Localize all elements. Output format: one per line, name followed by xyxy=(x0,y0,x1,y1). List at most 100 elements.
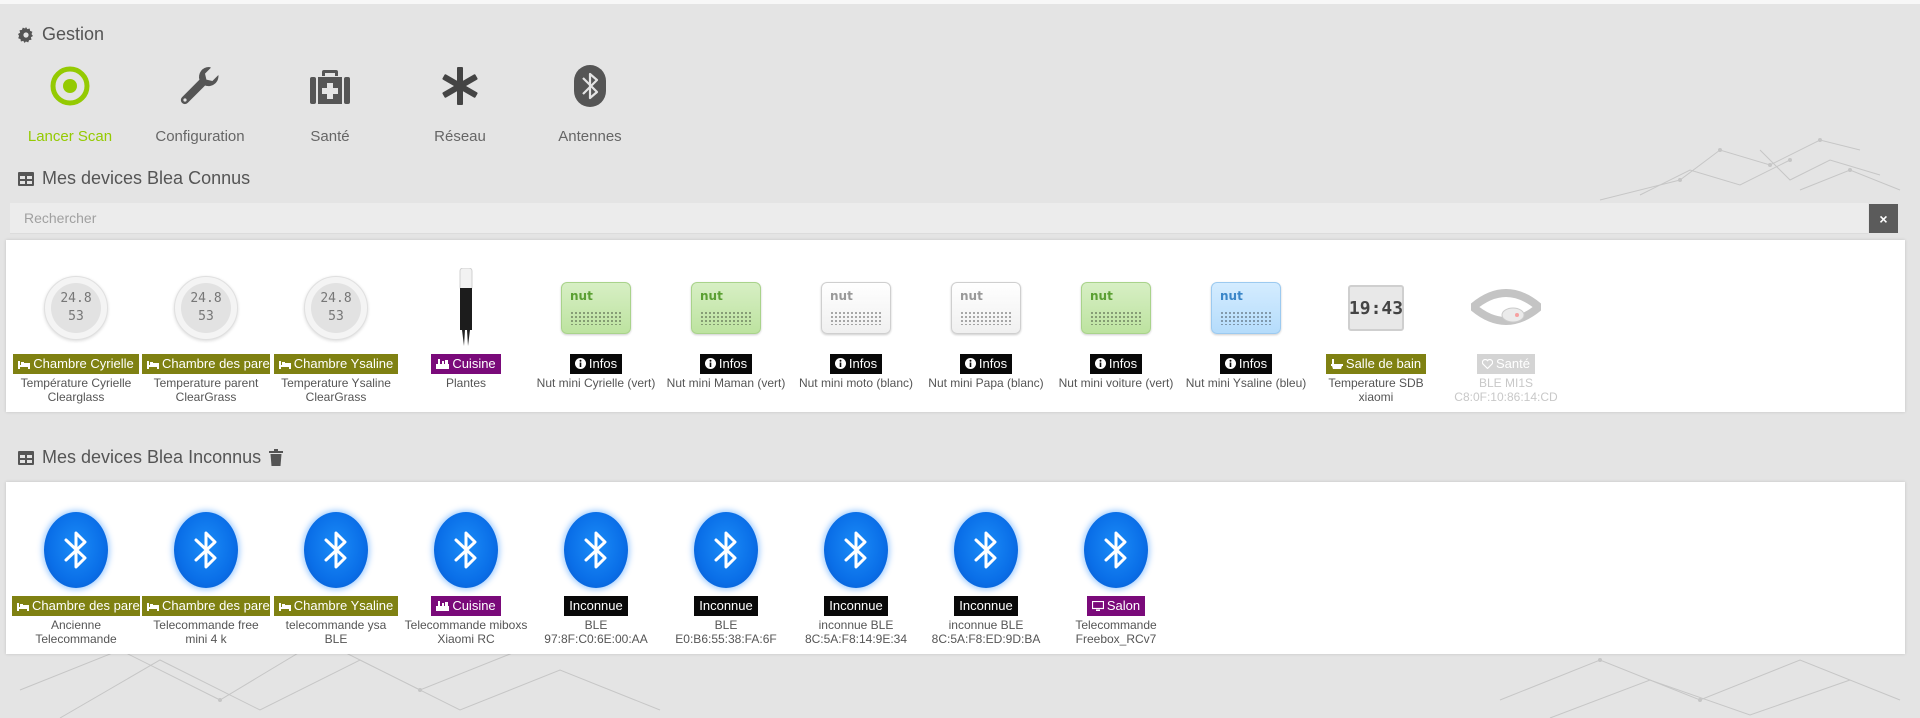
device-card[interactable]: Inconnue BLE 97:8F:C0:6E:00:AA xyxy=(531,504,661,646)
antennes-button[interactable]: Antennes xyxy=(525,60,655,145)
device-thumbnail: nut xyxy=(661,262,791,354)
device-room-badge: Inconnue xyxy=(694,596,758,616)
device-name: Nut mini Cyrielle (vert) xyxy=(536,376,656,390)
gestion-toolbar: Lancer Scan Configuration Santé Réseau A… xyxy=(0,60,655,145)
clear-search-button[interactable]: × xyxy=(1869,204,1898,233)
nut-tracker-image: nut xyxy=(691,282,761,334)
device-card[interactable]: Inconnue inconnue BLE 8C:5A:F8:14:9E:34 xyxy=(791,504,921,646)
configuration-button[interactable]: Configuration xyxy=(135,60,265,145)
device-room-label: Salon xyxy=(1106,598,1141,613)
thermometer-clock-image: 24.8 53 xyxy=(44,276,108,340)
device-name: BLE MI1S C8:0F:10:86:14:CD xyxy=(1454,376,1558,404)
device-card[interactable]: Cuisine Telecommande miboxs Xiaomi RC xyxy=(401,504,531,646)
device-thumbnail: nut xyxy=(1051,262,1181,354)
gear-icon xyxy=(18,26,33,43)
scan-label: Lancer Scan xyxy=(27,128,113,145)
device-card[interactable]: Inconnue BLE E0:B6:55:38:FA:6F xyxy=(661,504,791,646)
device-card[interactable]: Chambre des parents Ancienne Telecommande xyxy=(11,504,141,646)
bed-icon xyxy=(17,603,29,611)
device-card[interactable]: nut Infos Nut mini voiture (vert) xyxy=(1051,262,1181,404)
device-name: Plantes xyxy=(445,376,487,390)
device-thumbnail: nut xyxy=(531,262,661,354)
device-thumbnail: 19:43 xyxy=(1311,262,1441,354)
bed-icon xyxy=(147,603,159,611)
device-room-badge: Cuisine xyxy=(431,596,501,616)
info-icon xyxy=(574,358,586,369)
device-name: Température Cyrielle Clearglass xyxy=(20,376,132,404)
search-input[interactable] xyxy=(10,203,1868,234)
device-card[interactable]: Cuisine Plantes xyxy=(401,262,531,404)
gestion-title: Gestion xyxy=(18,24,104,45)
sante-label: Santé xyxy=(310,128,350,145)
device-room-badge: Inconnue xyxy=(824,596,888,616)
device-name: Temperature SDB xiaomi xyxy=(1328,376,1424,404)
device-thumbnail xyxy=(11,504,141,596)
bluetooth-icon xyxy=(525,60,655,112)
device-thumbnail xyxy=(531,504,661,596)
device-thumbnail xyxy=(401,504,531,596)
device-card[interactable]: nut Infos Nut mini Cyrielle (vert) xyxy=(531,262,661,404)
device-name: Nut mini voiture (vert) xyxy=(1058,376,1174,390)
info-icon xyxy=(1224,358,1236,369)
device-card[interactable]: nut Infos Nut mini Maman (vert) xyxy=(661,262,791,404)
device-thumbnail xyxy=(661,504,791,596)
device-room-badge: Infos xyxy=(699,354,753,374)
bluetooth-device-icon xyxy=(564,512,628,588)
device-card[interactable]: 24.8 53 Chambre Cyrielle Température Cyriel… xyxy=(11,262,141,404)
device-name: telecommande ysa BLE xyxy=(285,618,387,646)
device-room-label: Chambre Cyrielle xyxy=(33,356,134,371)
device-room-label: Chambre des parents xyxy=(32,598,140,613)
device-card[interactable]: Salon Telecommande Freebox_RCv7 xyxy=(1051,504,1181,646)
sante-button[interactable]: Santé xyxy=(265,60,395,145)
device-room-badge: Cuisine xyxy=(431,354,501,374)
device-card[interactable]: Santé BLE MI1S C8:0F:10:86:14:CD xyxy=(1441,262,1571,404)
reseau-button[interactable]: Réseau xyxy=(395,60,525,145)
device-room-badge: Inconnue xyxy=(564,596,628,616)
nut-tracker-image: nut xyxy=(1081,282,1151,334)
device-card[interactable]: 24.853 Chambre des parents Temperature par… xyxy=(141,262,271,404)
device-card[interactable]: 19:43 Salle de bain Temperature SDB xiaomi xyxy=(1311,262,1441,404)
device-thumbnail: 24.8 53 xyxy=(141,262,271,354)
bluetooth-device-icon xyxy=(824,512,888,588)
device-room-badge: Chambre des parents xyxy=(12,596,140,616)
bluetooth-device-icon xyxy=(954,512,1018,588)
device-card[interactable]: 24.8 53 Chambre Ysaline Temperature Ysaline… xyxy=(271,262,401,404)
device-room-label: Chambre Ysaline xyxy=(293,356,394,371)
gestion-title-text: Gestion xyxy=(42,24,105,44)
device-room-label: Infos xyxy=(1238,356,1268,371)
device-room-badge: Infos xyxy=(1089,354,1143,374)
device-name: Nut mini moto (blanc) xyxy=(798,376,914,390)
device-thumbnail xyxy=(1051,504,1181,596)
device-room-badge: Santé xyxy=(1477,354,1535,374)
device-name: Nut mini Ysaline (bleu) xyxy=(1185,376,1307,390)
device-card[interactable]: nut Infos Nut mini moto (blanc) xyxy=(791,262,921,404)
device-name: Temperature parent ClearGrass xyxy=(153,376,259,404)
scan-button[interactable]: Lancer Scan xyxy=(5,60,135,145)
bath-icon xyxy=(1330,359,1343,369)
thermometer-clock-image: 24.8 53 xyxy=(174,276,238,340)
nut-tracker-image: nut xyxy=(951,282,1021,334)
device-card[interactable]: nut Infos Nut mini Papa (blanc) xyxy=(921,262,1051,404)
trash-icon[interactable] xyxy=(269,449,284,466)
device-room-badge: Inconnue xyxy=(954,596,1018,616)
device-card[interactable]: Chambre Ysaline telecommande ysa BLE xyxy=(271,504,401,646)
device-room-label: Infos xyxy=(848,356,878,371)
bluetooth-device-icon xyxy=(1084,512,1148,588)
device-card[interactable]: Inconnue inconnue BLE 8C:5A:F8:ED:9D:BA xyxy=(921,504,1051,646)
device-room-badge: Infos xyxy=(959,354,1013,374)
device-card[interactable]: Chambre des parents Telecommande free min… xyxy=(141,504,271,646)
device-thumbnail xyxy=(1441,262,1571,354)
device-room-label: Infos xyxy=(588,356,618,371)
device-card[interactable]: nut Infos Nut mini Ysaline (bleu) xyxy=(1181,262,1311,404)
device-name: Telecommande miboxs Xiaomi RC xyxy=(404,618,528,646)
device-name: Temperature Ysaline ClearGrass xyxy=(281,376,391,404)
bed-icon xyxy=(147,361,159,369)
device-room-badge: Chambre Cyrielle xyxy=(13,354,139,374)
configuration-label: Configuration xyxy=(155,128,245,145)
monitor-icon xyxy=(1091,600,1104,611)
unknown-devices-title-text: Mes devices Blea Inconnus xyxy=(42,447,262,467)
device-room-label: Inconnue xyxy=(699,598,753,613)
known-devices-list: 24.8 53 Chambre Cyrielle Température Cyriel… xyxy=(11,262,1571,404)
device-name: Nut mini Maman (vert) xyxy=(666,376,786,390)
wrench-icon xyxy=(135,60,265,112)
